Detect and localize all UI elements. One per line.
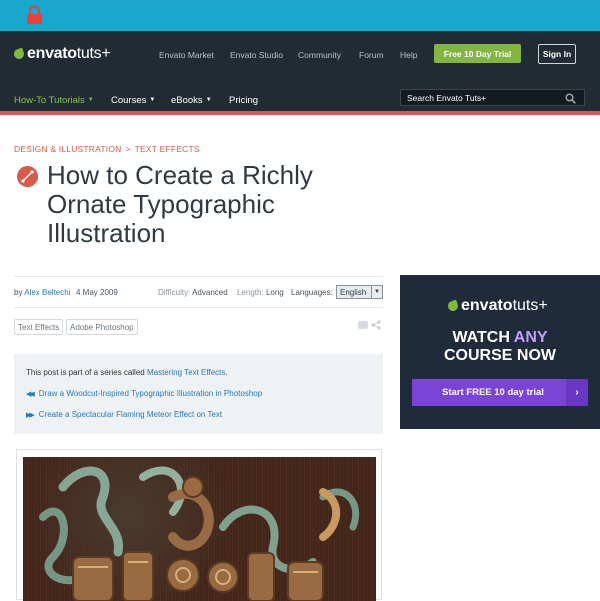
author-link[interactable]: Alex Beltechi xyxy=(24,288,70,297)
breadcrumb: DESIGN & ILLUSTRATION > TEXT EFFECTS xyxy=(14,144,200,154)
divider xyxy=(14,276,383,277)
series-prev-link[interactable]: ◀◀ Draw a Woodcut-Inspired Typographic I… xyxy=(26,389,262,398)
comment-icon[interactable] xyxy=(358,321,368,329)
top-strip xyxy=(0,0,600,31)
tag-adobe-photoshop[interactable]: Adobe Photoshop xyxy=(66,319,138,335)
series-box: This post is part of a series called Mas… xyxy=(14,354,383,434)
envato-leaf-icon xyxy=(446,299,460,313)
share-icon[interactable] xyxy=(371,320,381,330)
ad-headline: WATCH ANY COURSE NOW xyxy=(444,329,556,364)
languages-label: Languages: xyxy=(291,288,333,297)
article-title: How to Create a Richly Ornate Typographi… xyxy=(47,160,313,248)
chevron-right-icon: › xyxy=(566,379,588,406)
fast-forward-icon: ▶▶ xyxy=(26,411,35,419)
nav-how-to-tutorials[interactable]: How-To Tutorials ▼ xyxy=(14,95,94,106)
search-icon[interactable] xyxy=(565,93,576,104)
breadcrumb-category[interactable]: DESIGN & ILLUSTRATION xyxy=(14,144,121,154)
breadcrumb-subcategory[interactable]: TEXT EFFECTS xyxy=(135,144,200,154)
envato-leaf-icon xyxy=(12,47,26,61)
link-envato-studio[interactable]: Envato Studio xyxy=(230,50,283,60)
publish-date: 4 May 2009 xyxy=(76,288,118,297)
series-link[interactable]: Mastering Text Effects xyxy=(147,368,225,377)
free-trial-button[interactable]: Free 10 Day Trial xyxy=(434,44,521,63)
envato-tuts-logo[interactable]: envato tuts+ xyxy=(12,45,111,63)
chevron-down-icon: ▼ xyxy=(87,97,94,104)
ornate-illustration xyxy=(39,466,360,601)
chevron-down-icon: ▼ xyxy=(149,97,156,104)
difficulty: Difficulty: Advanced xyxy=(158,288,228,297)
nav-courses[interactable]: Courses ▼ xyxy=(111,95,155,106)
divider xyxy=(14,307,383,308)
nav-ebooks[interactable]: eBooks ▼ xyxy=(171,95,212,106)
series-intro: This post is part of a series called Mas… xyxy=(26,368,228,377)
site-header: envato tuts+ Envato Market Envato Studio… xyxy=(0,31,600,111)
length: Length: Long xyxy=(237,288,284,297)
search-input[interactable]: Search Envato Tuts+ xyxy=(400,89,585,106)
link-help[interactable]: Help xyxy=(400,50,417,60)
nav-pricing[interactable]: Pricing xyxy=(229,95,258,106)
start-trial-button[interactable]: Start FREE 10 day trial › xyxy=(412,379,588,406)
link-envato-market[interactable]: Envato Market xyxy=(159,50,214,60)
ad-envato-tuts-logo: envato tuts+ xyxy=(446,297,548,315)
padlock-icon[interactable] xyxy=(26,5,43,25)
series-next-link[interactable]: ▶▶ Create a Spectacular Flaming Meteor E… xyxy=(26,410,222,419)
header-accent-bar xyxy=(0,111,600,115)
link-forum[interactable]: Forum xyxy=(359,50,384,60)
tag-text-effects[interactable]: Text Effects xyxy=(14,319,64,335)
language-select[interactable]: English ▼ xyxy=(336,285,383,299)
pen-tool-icon[interactable] xyxy=(17,166,38,187)
article-image-frame xyxy=(16,449,382,601)
chevron-down-icon: ▼ xyxy=(205,97,212,104)
rewind-icon: ◀◀ xyxy=(26,390,35,398)
sign-in-button[interactable]: Sign In xyxy=(538,44,576,64)
link-community[interactable]: Community xyxy=(298,50,341,60)
ornate-typography-image xyxy=(23,457,376,601)
author-byline: by Alex Beltechi xyxy=(14,288,71,297)
chevron-down-icon: ▼ xyxy=(371,286,382,298)
promo-ad[interactable]: envato tuts+ WATCH ANY COURSE NOW Start … xyxy=(400,275,600,429)
